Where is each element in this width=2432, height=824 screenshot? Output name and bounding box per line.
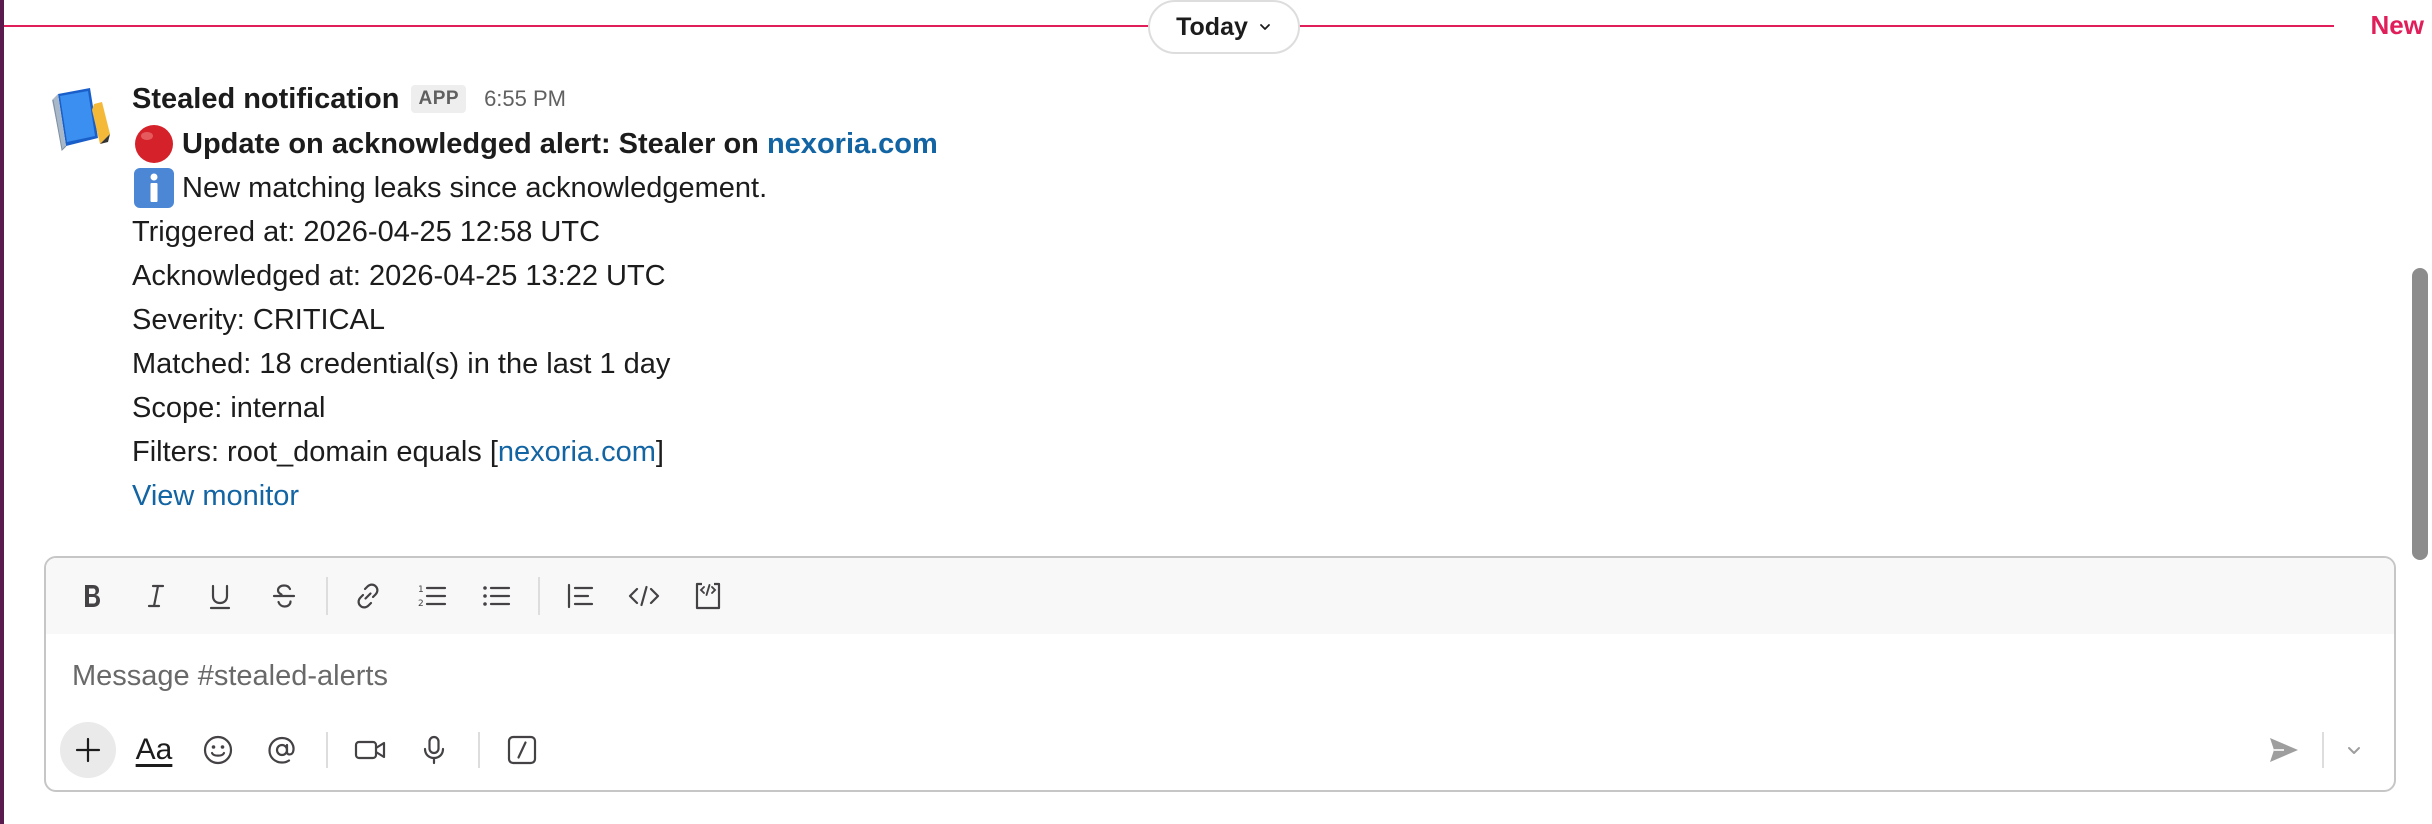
red-circle-icon xyxy=(135,125,173,163)
chevron-down-icon xyxy=(1259,24,1270,30)
info-line: New matching leaks since acknowledgement… xyxy=(132,166,938,210)
code-block-button[interactable] xyxy=(680,568,736,624)
message-header: Stealed notification APP 6:55 PM xyxy=(132,76,938,122)
chevron-down-icon xyxy=(2348,747,2360,754)
message-timestamp[interactable]: 6:55 PM xyxy=(484,86,566,112)
code-button[interactable] xyxy=(616,568,672,624)
filters-prefix: Filters: root_domain equals [ xyxy=(132,436,498,468)
alert-title: Update on acknowledged alert: Stealer on xyxy=(182,128,767,160)
sender-name[interactable]: Stealed notification xyxy=(132,83,399,116)
text-format-icon: Aa xyxy=(135,733,173,766)
svg-text:2: 2 xyxy=(418,599,424,609)
link-icon xyxy=(357,583,379,609)
link-button[interactable] xyxy=(340,568,396,624)
bold-icon xyxy=(85,585,100,607)
sidebar-edge xyxy=(0,0,4,824)
bulleted-list-button[interactable] xyxy=(468,568,524,624)
underline-button[interactable] xyxy=(192,568,248,624)
italic-icon xyxy=(147,584,165,608)
date-divider: Today New xyxy=(4,0,2432,54)
filters-domain-link[interactable]: nexoria.com xyxy=(498,430,656,474)
toolbar-divider xyxy=(326,577,328,615)
shortcuts-button[interactable] xyxy=(494,722,550,778)
actions-divider xyxy=(326,732,328,768)
send-controls xyxy=(2256,718,2374,782)
bold-button[interactable] xyxy=(64,568,120,624)
send-icon xyxy=(2270,738,2298,762)
microphone-icon xyxy=(423,735,445,765)
code-icon xyxy=(628,585,660,607)
attach-button[interactable] xyxy=(60,722,116,778)
emoji-button[interactable] xyxy=(190,722,246,778)
jump-to-date-button[interactable]: Today xyxy=(1148,0,1300,54)
composer-actions: Aa xyxy=(60,718,2380,782)
new-messages-label: New xyxy=(2370,10,2424,40)
ordered-list-icon: 12 xyxy=(418,585,447,609)
blue-book-icon[interactable] xyxy=(44,84,116,156)
send-divider xyxy=(2322,732,2324,768)
blockquote-icon xyxy=(567,583,594,609)
domain-link[interactable]: nexoria.com xyxy=(767,128,938,160)
message-body: Stealed notification APP 6:55 PM Update … xyxy=(132,76,938,518)
matched-line: Matched: 18 credential(s) in the last 1 … xyxy=(132,348,671,380)
message-input[interactable] xyxy=(72,654,2272,698)
alert-title-line: Update on acknowledged alert: Stealer on… xyxy=(132,122,938,166)
actions-divider xyxy=(478,732,480,768)
strikethrough-button[interactable] xyxy=(256,568,312,624)
message-composer: 12 Aa xyxy=(44,556,2396,792)
date-label: Today xyxy=(1176,12,1248,41)
plus-icon xyxy=(75,737,101,763)
video-clip-button[interactable] xyxy=(342,722,398,778)
bulleted-list-icon xyxy=(483,586,511,606)
underline-icon xyxy=(209,584,231,610)
filters-suffix: ] xyxy=(655,436,664,468)
acknowledged-line: Acknowledged at: 2026-04-25 13:22 UTC xyxy=(132,260,666,292)
scope-line: Scope: internal xyxy=(132,392,326,424)
blockquote-button[interactable] xyxy=(552,568,608,624)
schedule-send-button[interactable] xyxy=(2334,722,2374,778)
formatting-toggle-button[interactable]: Aa xyxy=(126,722,182,778)
severity-line: Severity: CRITICAL xyxy=(132,304,385,336)
italic-button[interactable] xyxy=(128,568,184,624)
emoji-icon xyxy=(203,735,233,765)
strikethrough-icon xyxy=(272,584,296,608)
app-badge: APP xyxy=(411,85,467,113)
at-sign-icon xyxy=(268,736,295,764)
ordered-list-button[interactable]: 12 xyxy=(404,568,460,624)
code-block-icon xyxy=(695,582,721,610)
slash-command-icon xyxy=(507,735,537,765)
view-monitor-link[interactable]: View monitor xyxy=(132,474,299,518)
send-button[interactable] xyxy=(2256,722,2312,778)
filters-line: Filters: root_domain equals [nexoria.com… xyxy=(132,430,938,474)
scrollbar-thumb[interactable] xyxy=(2412,268,2428,560)
mention-button[interactable] xyxy=(254,722,310,778)
audio-clip-button[interactable] xyxy=(406,722,462,778)
toolbar-divider xyxy=(538,577,540,615)
formatting-toolbar: 12 xyxy=(46,558,2394,634)
info-text: New matching leaks since acknowledgement… xyxy=(182,172,768,204)
video-camera-icon xyxy=(354,740,386,760)
triggered-line: Triggered at: 2026-04-25 12:58 UTC xyxy=(132,216,601,248)
view-monitor-line: View monitor xyxy=(132,474,938,518)
svg-text:1: 1 xyxy=(418,585,424,595)
information-icon xyxy=(134,168,174,208)
